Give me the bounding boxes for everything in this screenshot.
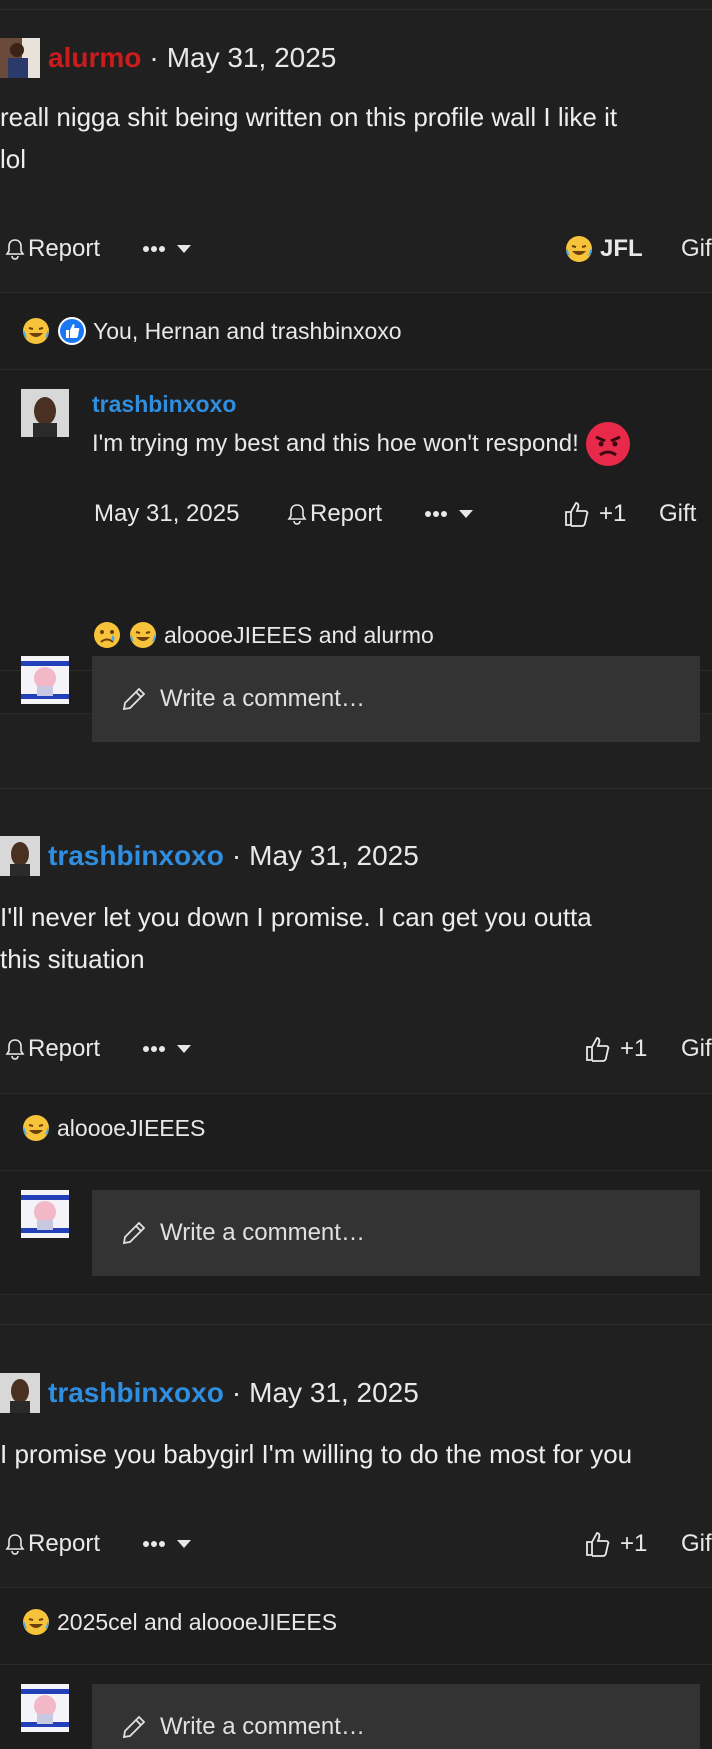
profile-post: trashbinxoxo · May 31, 2025 I'll never l…	[0, 834, 712, 1295]
report-button[interactable]: Report	[286, 494, 382, 534]
bell-icon	[287, 504, 307, 525]
reaction-users: You, Hernan and trashbinxoxo	[93, 317, 402, 344]
post-text-line: reall nigga shit being written on this p…	[0, 102, 618, 132]
more-options-button[interactable]	[142, 1029, 192, 1069]
bell-icon	[5, 1039, 25, 1060]
comment-input[interactable]: Write a comment…	[92, 656, 700, 742]
post-actions: Report +1 Gif	[0, 1029, 712, 1069]
thumbs-up-emoji-icon	[58, 317, 86, 345]
more-options-button[interactable]	[142, 1524, 192, 1564]
reaction-summary[interactable]: You, Hernan and trashbinxoxo	[21, 311, 402, 351]
post-text-line: this situation	[0, 944, 145, 974]
post-text-line: I'll never let you down I promise. I can…	[0, 902, 592, 932]
profile-post: alurmo · May 31, 2025 reall nigga shit b…	[0, 36, 712, 756]
post-date[interactable]: May 31, 2025	[249, 1377, 419, 1409]
separator-dot: ·	[231, 840, 242, 871]
comment-placeholder: Write a comment…	[160, 685, 365, 712]
current-user-avatar	[21, 1190, 69, 1238]
reply-text-content: I'm trying my best and this hoe won't re…	[92, 430, 579, 457]
thumbs-up-icon	[565, 502, 589, 527]
divider	[0, 369, 712, 370]
reaction-summary[interactable]: 2025cel and aloooeJIEEES	[21, 1602, 337, 1642]
post-text-line: lol	[0, 144, 27, 174]
avatar[interactable]	[0, 1373, 40, 1413]
divider	[0, 9, 712, 10]
divider	[0, 1324, 712, 1325]
separator-dot: ·	[231, 1377, 242, 1408]
bell-icon	[5, 239, 25, 260]
reaction-button[interactable]: JFL	[564, 229, 643, 269]
reaction-users: aloooeJIEEES and alurmo	[164, 621, 434, 648]
post-text: I'll never let you down I promise. I can…	[0, 896, 592, 980]
comment-input[interactable]: Write a comment…	[92, 1190, 700, 1276]
reaction-summary[interactable]: aloooeJIEEES	[21, 1108, 205, 1148]
reaction-users: aloooeJIEEES	[57, 1114, 206, 1141]
crying-laughing-emoji-icon	[130, 622, 156, 648]
caret-down-icon	[177, 1540, 191, 1548]
avatar[interactable]	[0, 38, 40, 78]
separator-dot: ·	[149, 42, 159, 73]
ellipsis-icon	[143, 246, 165, 252]
avatar[interactable]	[21, 389, 69, 437]
post-actions: Report +1 Gif	[0, 1524, 712, 1564]
like-button[interactable]: +1	[584, 1524, 647, 1564]
current-user-avatar	[21, 1684, 69, 1732]
caret-down-icon	[177, 1045, 191, 1053]
comment-placeholder: Write a comment…	[160, 1219, 365, 1246]
reply-reaction-summary[interactable]: aloooeJIEEES and alurmo	[92, 615, 434, 655]
post-author-link[interactable]: alurmo	[48, 42, 141, 74]
ellipsis-icon	[143, 1541, 165, 1547]
profile-post: trashbinxoxo · May 31, 2025 I promise yo…	[0, 1371, 712, 1749]
gift-button[interactable]: Gif	[681, 1524, 712, 1564]
reply-text: I'm trying my best and this hoe won't re…	[92, 419, 631, 469]
gift-button[interactable]: Gif	[681, 229, 712, 269]
bell-icon	[5, 1534, 25, 1555]
crying-laughing-emoji-icon	[23, 318, 49, 344]
divider	[0, 1664, 712, 1665]
report-button[interactable]: Report	[4, 229, 100, 269]
comment-placeholder: Write a comment…	[160, 1713, 365, 1740]
like-button[interactable]: +1	[584, 1029, 647, 1069]
gift-button[interactable]: Gift	[659, 494, 696, 534]
pencil-icon	[122, 1221, 146, 1245]
post-text-line: I promise you babygirl I'm willing to do…	[0, 1439, 633, 1469]
report-button[interactable]: Report	[4, 1524, 100, 1564]
more-options-button[interactable]	[142, 229, 192, 269]
reaction-users: 2025cel and aloooeJIEEES	[57, 1608, 338, 1635]
sad-emoji-icon	[94, 622, 120, 648]
ellipsis-icon	[425, 511, 447, 517]
post-author-link[interactable]: trashbinxoxo	[48, 1377, 224, 1409]
thumbs-up-icon	[586, 1532, 610, 1557]
more-options-button[interactable]	[424, 494, 474, 534]
reply-author-link[interactable]: trashbinxoxo	[92, 391, 236, 418]
caret-down-icon	[177, 245, 191, 253]
reply-date[interactable]: May 31, 2025	[94, 494, 239, 534]
like-button[interactable]: +1	[563, 494, 626, 534]
post-actions: Report JFL Gif	[0, 229, 712, 269]
ellipsis-icon	[143, 1046, 165, 1052]
post-date[interactable]: May 31, 2025	[249, 840, 419, 872]
post-text: I promise you babygirl I'm willing to do…	[0, 1433, 632, 1475]
thumbs-up-icon	[586, 1037, 610, 1062]
crying-laughing-emoji-icon	[566, 236, 592, 262]
current-user-avatar	[21, 656, 69, 704]
comment-input[interactable]: Write a comment…	[92, 1684, 700, 1749]
gift-button[interactable]: Gif	[681, 1029, 712, 1069]
crying-laughing-emoji-icon	[23, 1115, 49, 1141]
divider	[0, 788, 712, 789]
post-date[interactable]: May 31, 2025	[167, 42, 337, 74]
report-button[interactable]: Report	[4, 1029, 100, 1069]
post-text: reall nigga shit being written on this p…	[0, 96, 617, 180]
caret-down-icon	[459, 510, 473, 518]
profile-wall: alurmo · May 31, 2025 reall nigga shit b…	[0, 0, 712, 1749]
pencil-icon	[122, 687, 146, 711]
avatar[interactable]	[0, 836, 40, 876]
divider	[0, 1170, 712, 1171]
reply-actions: May 31, 2025 Report +1 Gift	[0, 494, 712, 534]
angry-emoji-icon	[585, 422, 630, 466]
reply-section: You, Hernan and trashbinxoxo trashbinxox…	[0, 292, 712, 714]
post-author-link[interactable]: trashbinxoxo	[48, 840, 224, 872]
pencil-icon	[122, 1715, 146, 1739]
crying-laughing-emoji-icon	[23, 1609, 49, 1635]
